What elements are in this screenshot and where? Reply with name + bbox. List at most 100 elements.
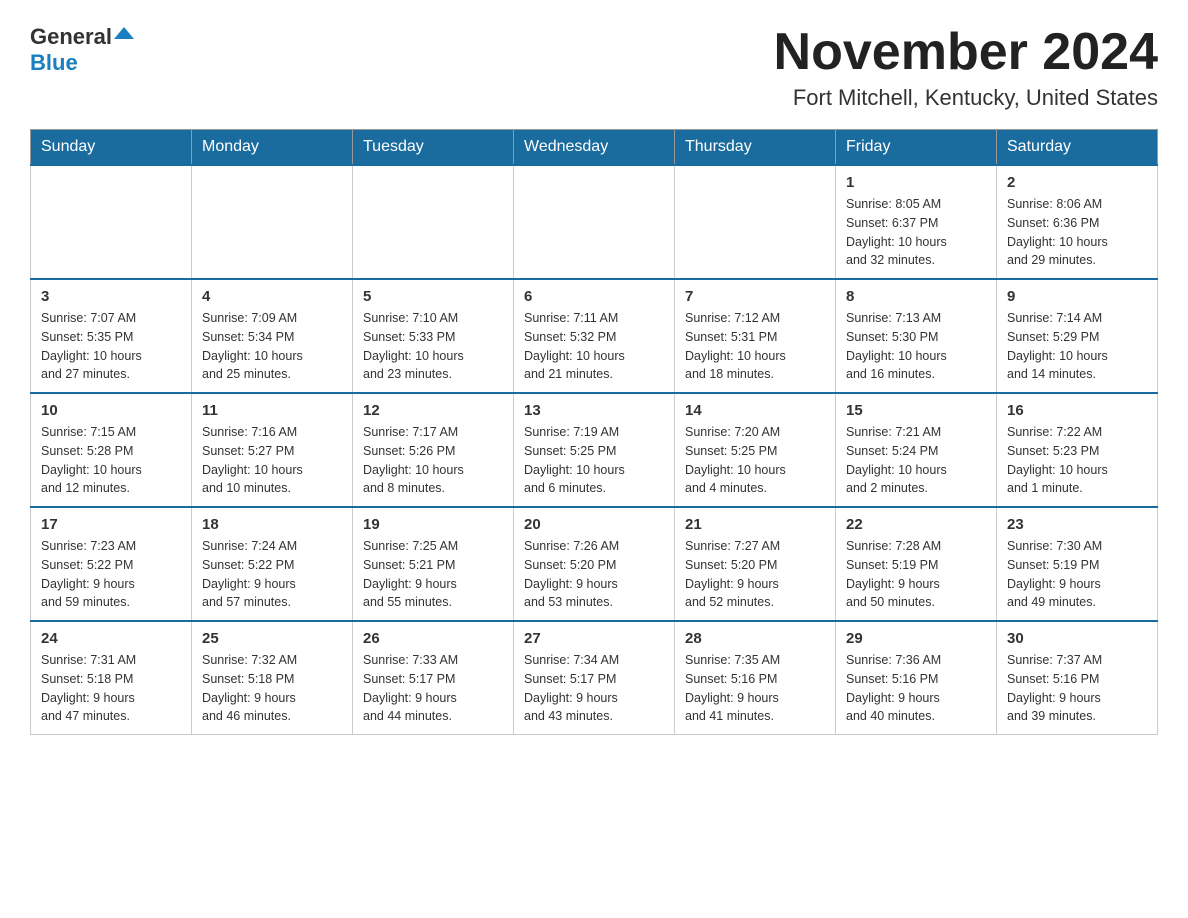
calendar-cell: 24Sunrise: 7:31 AM Sunset: 5:18 PM Dayli… — [31, 621, 192, 735]
day-number: 27 — [524, 630, 664, 647]
day-number: 1 — [846, 174, 986, 191]
calendar-cell: 21 Sunrise: 7:27 AM Sunset: 5:20 PM Dayli… — [675, 507, 836, 621]
day-number: 30 — [1007, 630, 1147, 647]
day-number: 20 — [524, 516, 664, 533]
calendar-cell: 3Sunrise: 7:07 AM Sunset: 5:35 PM Daylig… — [31, 279, 192, 393]
day-info: Sunrise: 7:12 AM Sunset: 5:31 PM Dayligh… — [685, 309, 825, 384]
day-number: 17 — [41, 516, 181, 533]
day-info: Sunrise: 7:24 AM Sunset: 5:22 PM Dayligh… — [202, 537, 342, 612]
day-number: 8 — [846, 288, 986, 305]
day-number: 15 — [846, 402, 986, 419]
calendar-cell — [675, 165, 836, 279]
month-title: November 2024 — [774, 24, 1158, 81]
day-number: 12 — [363, 402, 503, 419]
calendar-cell: 27 Sunrise: 7:34 AM Sunset: 5:17 PM Dayli… — [514, 621, 675, 735]
calendar-cell: 26Sunrise: 7:33 AM Sunset: 5:17 PM Dayli… — [353, 621, 514, 735]
calendar-week-row: 3Sunrise: 7:07 AM Sunset: 5:35 PM Daylig… — [31, 279, 1158, 393]
day-info: Sunrise: 7:09 AM Sunset: 5:34 PM Dayligh… — [202, 309, 342, 384]
calendar-cell: 17 Sunrise: 7:23 AM Sunset: 5:22 PM Dayli… — [31, 507, 192, 621]
day-number: 21 — [685, 516, 825, 533]
calendar-week-row: 10Sunrise: 7:15 AM Sunset: 5:28 PM Dayli… — [31, 393, 1158, 507]
day-number: 16 — [1007, 402, 1147, 419]
calendar-cell: 16 Sunrise: 7:22 AM Sunset: 5:23 PM Dayli… — [997, 393, 1158, 507]
day-info: Sunrise: 7:11 AM Sunset: 5:32 PM Dayligh… — [524, 309, 664, 384]
title-section: November 2024 Fort Mitchell, Kentucky, U… — [774, 24, 1158, 111]
day-info: Sunrise: 7:27 AM Sunset: 5:20 PM Dayligh… — [685, 537, 825, 612]
day-number: 28 — [685, 630, 825, 647]
calendar-cell: 13Sunrise: 7:19 AM Sunset: 5:25 PM Dayli… — [514, 393, 675, 507]
calendar-cell: 7 Sunrise: 7:12 AM Sunset: 5:31 PM Daylig… — [675, 279, 836, 393]
day-info: Sunrise: 7:07 AM Sunset: 5:35 PM Dayligh… — [41, 309, 181, 384]
day-number: 10 — [41, 402, 181, 419]
day-info: Sunrise: 7:20 AM Sunset: 5:25 PM Dayligh… — [685, 423, 825, 498]
day-info: Sunrise: 7:28 AM Sunset: 5:19 PM Dayligh… — [846, 537, 986, 612]
calendar-cell: 5Sunrise: 7:10 AM Sunset: 5:33 PM Daylig… — [353, 279, 514, 393]
calendar-cell: 23 Sunrise: 7:30 AM Sunset: 5:19 PM Dayli… — [997, 507, 1158, 621]
calendar-header-monday: Monday — [192, 130, 353, 166]
calendar-cell: 4Sunrise: 7:09 AM Sunset: 5:34 PM Daylig… — [192, 279, 353, 393]
calendar-cell: 19Sunrise: 7:25 AM Sunset: 5:21 PM Dayli… — [353, 507, 514, 621]
day-number: 29 — [846, 630, 986, 647]
day-number: 26 — [363, 630, 503, 647]
calendar-week-row: 1 Sunrise: 8:05 AM Sunset: 6:37 PM Daylig… — [31, 165, 1158, 279]
day-info: Sunrise: 7:35 AM Sunset: 5:16 PM Dayligh… — [685, 651, 825, 726]
calendar-cell: 8 Sunrise: 7:13 AM Sunset: 5:30 PM Daylig… — [836, 279, 997, 393]
day-info: Sunrise: 7:10 AM Sunset: 5:33 PM Dayligh… — [363, 309, 503, 384]
day-info: Sunrise: 7:30 AM Sunset: 5:19 PM Dayligh… — [1007, 537, 1147, 612]
day-number: 24 — [41, 630, 181, 647]
day-info: Sunrise: 8:05 AM Sunset: 6:37 PM Dayligh… — [846, 195, 986, 270]
calendar-cell: 22 Sunrise: 7:28 AM Sunset: 5:19 PM Dayli… — [836, 507, 997, 621]
calendar-cell — [192, 165, 353, 279]
day-number: 11 — [202, 402, 342, 419]
calendar-cell: 15 Sunrise: 7:21 AM Sunset: 5:24 PM Dayli… — [836, 393, 997, 507]
calendar-header-tuesday: Tuesday — [353, 130, 514, 166]
day-number: 23 — [1007, 516, 1147, 533]
day-number: 6 — [524, 288, 664, 305]
logo-blue-text: Blue — [30, 50, 78, 76]
calendar-cell: 11 Sunrise: 7:16 AM Sunset: 5:27 PM Dayli… — [192, 393, 353, 507]
calendar-week-row: 24Sunrise: 7:31 AM Sunset: 5:18 PM Dayli… — [31, 621, 1158, 735]
calendar-cell: 28 Sunrise: 7:35 AM Sunset: 5:16 PM Dayli… — [675, 621, 836, 735]
calendar-cell: 29 Sunrise: 7:36 AM Sunset: 5:16 PM Dayli… — [836, 621, 997, 735]
page-header: General Blue November 2024 Fort Mitchell… — [30, 24, 1158, 111]
day-info: Sunrise: 7:32 AM Sunset: 5:18 PM Dayligh… — [202, 651, 342, 726]
calendar-cell: 9 Sunrise: 7:14 AM Sunset: 5:29 PM Daylig… — [997, 279, 1158, 393]
day-info: Sunrise: 7:26 AM Sunset: 5:20 PM Dayligh… — [524, 537, 664, 612]
day-info: Sunrise: 7:16 AM Sunset: 5:27 PM Dayligh… — [202, 423, 342, 498]
day-info: Sunrise: 7:22 AM Sunset: 5:23 PM Dayligh… — [1007, 423, 1147, 498]
calendar-header-sunday: Sunday — [31, 130, 192, 166]
logo-triangle-icon — [114, 25, 134, 45]
logo-general-text: General — [30, 24, 112, 50]
day-info: Sunrise: 7:21 AM Sunset: 5:24 PM Dayligh… — [846, 423, 986, 498]
day-number: 14 — [685, 402, 825, 419]
calendar-header-thursday: Thursday — [675, 130, 836, 166]
day-info: Sunrise: 7:25 AM Sunset: 5:21 PM Dayligh… — [363, 537, 503, 612]
day-info: Sunrise: 7:17 AM Sunset: 5:26 PM Dayligh… — [363, 423, 503, 498]
calendar-header-saturday: Saturday — [997, 130, 1158, 166]
calendar-header-row: SundayMondayTuesdayWednesdayThursdayFrid… — [31, 130, 1158, 166]
calendar-cell: 10Sunrise: 7:15 AM Sunset: 5:28 PM Dayli… — [31, 393, 192, 507]
day-info: Sunrise: 7:37 AM Sunset: 5:16 PM Dayligh… — [1007, 651, 1147, 726]
calendar-week-row: 17 Sunrise: 7:23 AM Sunset: 5:22 PM Dayli… — [31, 507, 1158, 621]
day-info: Sunrise: 7:34 AM Sunset: 5:17 PM Dayligh… — [524, 651, 664, 726]
day-info: Sunrise: 7:13 AM Sunset: 5:30 PM Dayligh… — [846, 309, 986, 384]
day-info: Sunrise: 7:23 AM Sunset: 5:22 PM Dayligh… — [41, 537, 181, 612]
day-number: 13 — [524, 402, 664, 419]
calendar-cell: 14 Sunrise: 7:20 AM Sunset: 5:25 PM Dayli… — [675, 393, 836, 507]
calendar-header-friday: Friday — [836, 130, 997, 166]
day-info: Sunrise: 7:36 AM Sunset: 5:16 PM Dayligh… — [846, 651, 986, 726]
calendar-cell: 18Sunrise: 7:24 AM Sunset: 5:22 PM Dayli… — [192, 507, 353, 621]
day-number: 22 — [846, 516, 986, 533]
calendar-header-wednesday: Wednesday — [514, 130, 675, 166]
day-number: 7 — [685, 288, 825, 305]
calendar-cell: 1 Sunrise: 8:05 AM Sunset: 6:37 PM Daylig… — [836, 165, 997, 279]
calendar-cell: 6 Sunrise: 7:11 AM Sunset: 5:32 PM Daylig… — [514, 279, 675, 393]
day-number: 25 — [202, 630, 342, 647]
day-info: Sunrise: 7:14 AM Sunset: 5:29 PM Dayligh… — [1007, 309, 1147, 384]
day-info: Sunrise: 8:06 AM Sunset: 6:36 PM Dayligh… — [1007, 195, 1147, 270]
logo: General Blue — [30, 24, 134, 76]
calendar-cell — [353, 165, 514, 279]
calendar-table: SundayMondayTuesdayWednesdayThursdayFrid… — [30, 129, 1158, 735]
day-number: 9 — [1007, 288, 1147, 305]
calendar-cell: 2Sunrise: 8:06 AM Sunset: 6:36 PM Daylig… — [997, 165, 1158, 279]
